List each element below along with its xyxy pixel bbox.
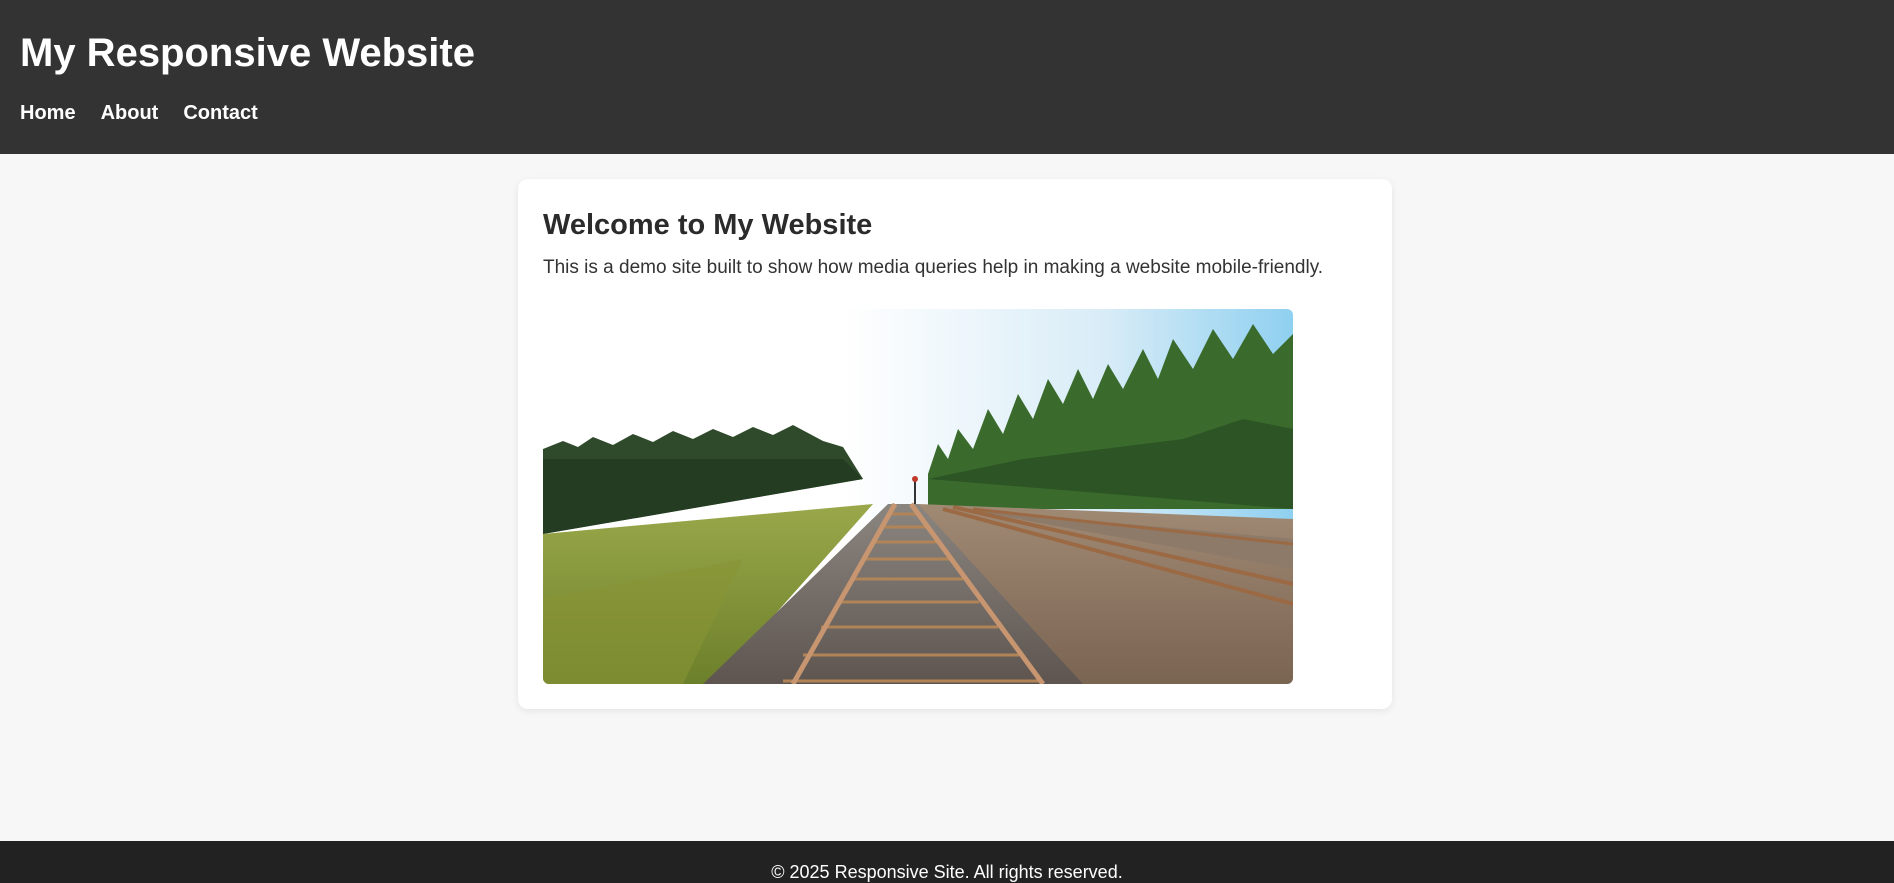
content-card: Welcome to My Website This is a demo sit… <box>518 179 1392 709</box>
page-description: This is a demo site built to show how me… <box>543 257 1324 278</box>
nav-link-home[interactable]: Home <box>20 100 76 126</box>
railway-illustration <box>543 309 1293 684</box>
copyright-text: © 2025 Responsive Site. All rights reser… <box>771 862 1123 882</box>
site-footer: © 2025 Responsive Site. All rights reser… <box>0 841 1894 883</box>
hero-image <box>543 309 1293 684</box>
page-heading: Welcome to My Website <box>543 209 873 241</box>
main-nav: Home About Contact <box>20 100 258 126</box>
site-title: My Responsive Website <box>20 31 475 75</box>
site-header: My Responsive Website Home About Contact <box>0 0 1894 154</box>
nav-link-contact[interactable]: Contact <box>183 100 257 126</box>
nav-link-about[interactable]: About <box>101 100 159 126</box>
